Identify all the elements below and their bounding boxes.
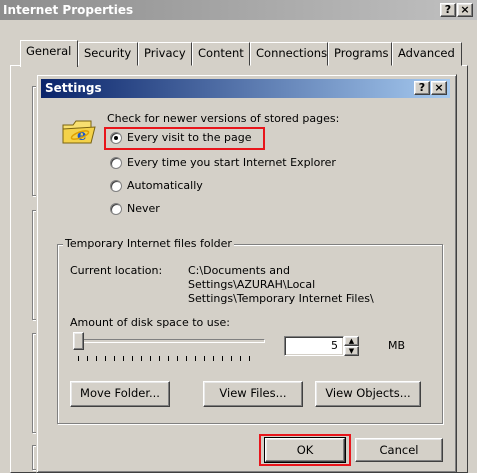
- radio-button[interactable]: [110, 203, 122, 215]
- current-location-line-2: Settings\AZURAH\Local: [188, 278, 316, 291]
- temp-files-group-label: Temporary Internet files folder: [63, 237, 234, 250]
- settings-title-bar: Settings ? ×: [41, 79, 450, 98]
- cancel-button[interactable]: Cancel: [355, 438, 443, 462]
- button-label: Cancel: [379, 443, 419, 457]
- arrow-up-icon: ▲: [348, 337, 355, 345]
- current-location-line-3: Settings\Temporary Internet Files\: [188, 292, 374, 305]
- tab-advanced[interactable]: Advanced: [392, 42, 462, 66]
- tab-content[interactable]: Content: [192, 42, 250, 66]
- disk-space-unit: MB: [388, 339, 406, 352]
- ok-button[interactable]: OK: [264, 437, 346, 463]
- current-location-label: Current location:: [70, 264, 163, 277]
- svg-text:e: e: [77, 126, 87, 144]
- spin-up-button[interactable]: ▲: [344, 336, 359, 346]
- outer-close-button[interactable]: ×: [457, 3, 473, 17]
- settings-title: Settings: [45, 81, 102, 95]
- tab-label: Advanced: [398, 46, 455, 60]
- outer-help-button[interactable]: ?: [440, 3, 456, 17]
- radio-button[interactable]: [110, 180, 122, 192]
- arrow-down-icon: ▼: [348, 347, 355, 355]
- radio-label: Every visit to the page: [127, 131, 252, 144]
- tab-general[interactable]: General: [20, 40, 78, 67]
- ie-folder-icon: e: [61, 115, 97, 147]
- radio-button[interactable]: [110, 157, 122, 169]
- tab-connections[interactable]: Connections: [250, 42, 328, 66]
- check-newer-label: Check for newer versions of stored pages…: [107, 112, 340, 125]
- button-label: View Files...: [219, 386, 287, 400]
- spin-down-button[interactable]: ▼: [344, 346, 359, 356]
- disk-space-slider-thumb[interactable]: [73, 332, 84, 350]
- disk-space-slider-track[interactable]: [75, 339, 265, 343]
- slider-ticks: [78, 356, 258, 361]
- radio-label: Every time you start Internet Explorer: [127, 156, 336, 169]
- tab-security[interactable]: Security: [78, 42, 138, 66]
- settings-dialog: Settings ? × e Check for newer versions …: [36, 74, 457, 473]
- tab-label: Connections: [256, 46, 328, 60]
- button-label: Move Folder...: [80, 386, 160, 400]
- tab-label: Security: [84, 46, 132, 60]
- close-icon: ×: [460, 3, 470, 16]
- disk-space-label: Amount of disk space to use:: [70, 316, 230, 329]
- radio-button[interactable]: [110, 132, 122, 144]
- view-files-button[interactable]: View Files...: [203, 381, 303, 407]
- radio-label: Automatically: [127, 179, 203, 192]
- tab-privacy[interactable]: Privacy: [138, 42, 192, 66]
- disk-space-input[interactable]: 5: [284, 336, 344, 356]
- tab-label: Privacy: [144, 46, 186, 60]
- button-label: View Objects...: [325, 386, 411, 400]
- view-objects-button[interactable]: View Objects...: [315, 381, 421, 407]
- help-icon: ?: [418, 81, 426, 94]
- tab-label: General: [26, 44, 72, 58]
- close-icon: ×: [434, 81, 444, 94]
- settings-close-button[interactable]: ×: [431, 81, 447, 95]
- tab-programs[interactable]: Programs: [328, 42, 392, 66]
- current-location-line-1: C:\Documents and: [188, 264, 291, 277]
- help-icon: ?: [444, 3, 452, 16]
- radio-label: Never: [127, 202, 160, 215]
- disk-space-value: 5: [331, 339, 338, 352]
- move-folder-button[interactable]: Move Folder...: [70, 381, 170, 407]
- tab-label: Programs: [334, 46, 389, 60]
- outer-window-title: Internet Properties: [3, 3, 134, 17]
- tab-label: Content: [198, 46, 244, 60]
- button-label: OK: [296, 443, 314, 457]
- outer-title-bar: Internet Properties ? ×: [0, 0, 477, 20]
- settings-help-button[interactable]: ?: [414, 81, 430, 95]
